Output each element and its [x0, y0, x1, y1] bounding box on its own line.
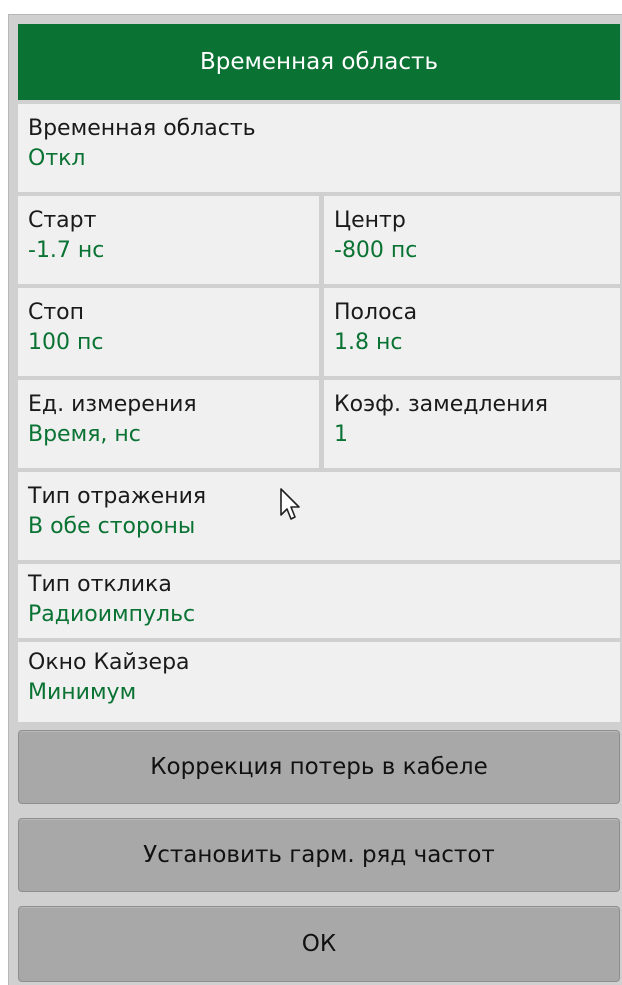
reflection-type-value: В обе стороны [28, 514, 196, 539]
cable-loss-correction-button[interactable]: Коррекция потерь в кабеле [18, 730, 620, 804]
time-domain-toggle[interactable]: Временная область Откл [18, 104, 620, 192]
center-value: -800 пс [334, 238, 418, 263]
ok-label: ОК [301, 931, 337, 957]
panel-title: Временная область [18, 24, 620, 100]
time-domain-label: Временная область [28, 116, 256, 141]
time-domain-value: Откл [28, 146, 86, 171]
panel-title-text: Временная область [200, 49, 438, 75]
span-label: Полоса [334, 300, 418, 325]
mouse-pointer-icon [280, 488, 300, 520]
ok-button[interactable]: ОК [18, 906, 620, 982]
span-field[interactable]: Полоса 1.8 нс [324, 288, 620, 376]
velocity-factor-field[interactable]: Коэф. замедления 1 [324, 380, 620, 468]
velocity-factor-value: 1 [334, 422, 348, 447]
stop-field[interactable]: Стоп 100 пс [18, 288, 319, 376]
center-label: Центр [334, 208, 406, 233]
response-type-label: Тип отклика [28, 572, 172, 597]
kaiser-window-value: Минимум [28, 680, 137, 705]
cable-loss-correction-label: Коррекция потерь в кабеле [150, 754, 488, 780]
start-label: Старт [28, 208, 97, 233]
stop-label: Стоп [28, 300, 85, 325]
center-field[interactable]: Центр -800 пс [324, 196, 620, 284]
units-field[interactable]: Ед. измерения Время, нс [18, 380, 319, 468]
response-type-value: Радиоимпульс [28, 602, 196, 627]
velocity-factor-label: Коэф. замедления [334, 392, 548, 417]
start-value: -1.7 нс [28, 238, 105, 263]
units-value: Время, нс [28, 422, 141, 447]
start-field[interactable]: Старт -1.7 нс [18, 196, 319, 284]
set-harmonic-frequencies-button[interactable]: Установить гарм. ряд частот [18, 818, 620, 892]
kaiser-window-field[interactable]: Окно Кайзера Минимум [18, 642, 620, 722]
response-type-field[interactable]: Тип отклика Радиоимпульс [18, 564, 620, 638]
set-harmonic-frequencies-label: Установить гарм. ряд частот [143, 842, 495, 868]
reflection-type-label: Тип отражения [28, 484, 207, 509]
stop-value: 100 пс [28, 330, 104, 355]
reflection-type-field[interactable]: Тип отражения В обе стороны [18, 472, 620, 560]
span-value: 1.8 нс [334, 330, 403, 355]
kaiser-window-label: Окно Кайзера [28, 650, 190, 675]
units-label: Ед. измерения [28, 392, 197, 417]
